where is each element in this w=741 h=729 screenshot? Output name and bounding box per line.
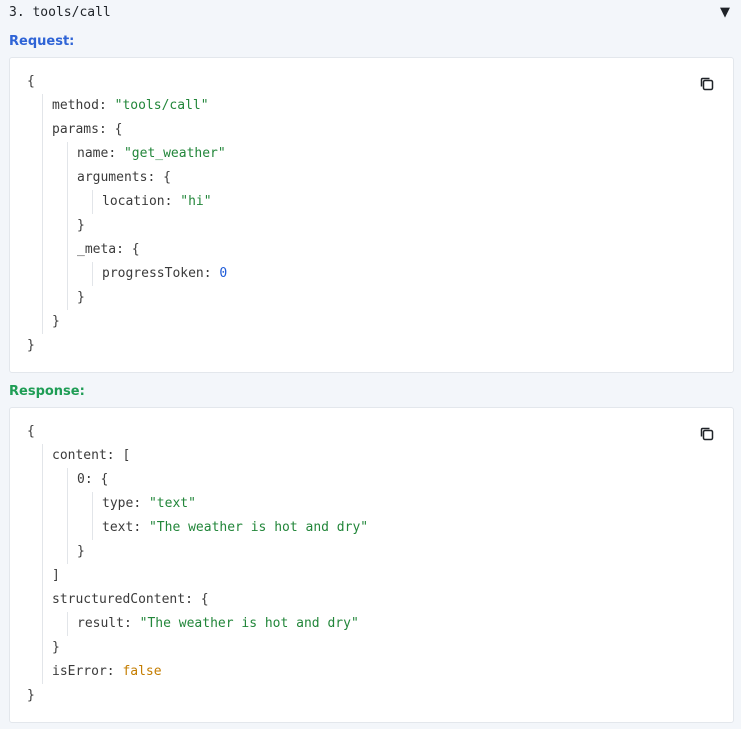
json-key: type	[102, 496, 134, 511]
response-json-line: {	[27, 424, 35, 440]
json-key: content	[52, 448, 107, 463]
json-value: }	[52, 314, 60, 329]
json-key: _meta	[77, 242, 117, 257]
request-json-line: params: {	[52, 122, 123, 137]
request-json-line: }	[52, 314, 60, 330]
json-value: "tools/call"	[114, 98, 209, 113]
json-value: }	[27, 688, 35, 703]
request-json-line: }	[27, 338, 35, 354]
response-json-line: }	[27, 688, 35, 704]
request-json-line: arguments: {	[77, 170, 171, 185]
json-value: }	[77, 218, 85, 233]
json-key: params	[52, 122, 99, 137]
message-header[interactable]: 3. tools/call ▼	[0, 0, 741, 28]
json-value: {	[27, 424, 35, 439]
indent-guide	[67, 612, 68, 636]
indent-guide	[92, 492, 93, 540]
request-json-line: progressToken: 0	[102, 266, 228, 281]
json-value: {	[163, 170, 171, 185]
json-key: result	[77, 616, 124, 631]
json-value: }	[52, 640, 60, 655]
json-value: {	[100, 472, 109, 487]
response-json-line: isError: false	[52, 664, 162, 679]
json-value: "text"	[148, 496, 196, 511]
response-json-line: }	[52, 640, 60, 656]
indent-guide	[42, 94, 43, 334]
request-json-line: method: "tools/call"	[52, 98, 209, 113]
copy-request-icon[interactable]	[699, 76, 715, 92]
message-title: 3. tools/call	[9, 5, 111, 20]
response-json-line: structuredContent: {	[52, 592, 209, 607]
json-value: "get_weather"	[123, 146, 226, 161]
request-json-line: }	[77, 218, 85, 234]
json-value: }	[77, 290, 85, 305]
copy-response-icon[interactable]	[699, 426, 715, 442]
response-json-line: }	[77, 544, 85, 560]
request-json-line: name: "get_weather"	[77, 146, 226, 161]
indent-guide	[92, 190, 93, 214]
json-key: name	[77, 146, 109, 161]
response-json-line: result: "The weather is hot and dry"	[77, 616, 359, 631]
json-value: }	[27, 338, 35, 353]
request-json-line: location: "hi"	[102, 194, 212, 209]
indent-guide	[67, 142, 68, 310]
json-key: arguments	[77, 170, 148, 185]
collapse-toggle-icon[interactable]: ▼	[720, 5, 730, 20]
request-panel: { method: "tools/call" params: { name: "get…	[9, 57, 734, 373]
response-label: Response:	[9, 384, 85, 399]
json-value: "The weather is hot and dry"	[139, 616, 359, 631]
json-value: ]	[52, 568, 60, 583]
json-key: progressToken	[102, 266, 204, 281]
response-json-line: ]	[52, 568, 60, 584]
json-value: false	[122, 664, 162, 679]
json-value: "The weather is hot and dry"	[148, 520, 369, 535]
json-value: {	[200, 592, 209, 607]
json-value: }	[77, 544, 85, 559]
json-value: [	[122, 448, 131, 463]
indent-guide	[67, 468, 68, 564]
json-value: {	[131, 242, 140, 257]
json-key: method	[52, 98, 99, 113]
indent-guide	[42, 444, 43, 684]
response-json-line: content: [	[52, 448, 131, 463]
request-label: Request:	[9, 34, 75, 49]
response-json-line: 0: {	[77, 472, 109, 487]
request-json-line: _meta: {	[77, 242, 140, 257]
json-value: {	[114, 122, 123, 137]
response-panel: { content: [ 0: { type: "text" text: "The we…	[9, 407, 734, 723]
json-key: structuredContent	[52, 592, 186, 607]
request-json-line: {	[27, 74, 35, 90]
json-key: location	[102, 194, 165, 209]
indent-guide	[92, 262, 93, 286]
request-json-line: }	[77, 290, 85, 306]
response-json-line: text: "The weather is hot and dry"	[102, 520, 369, 535]
json-key: 0	[77, 472, 85, 487]
json-value: {	[27, 74, 35, 89]
json-value: 0	[219, 266, 228, 281]
json-value: "hi"	[180, 194, 212, 209]
response-json-line: type: "text"	[102, 496, 196, 511]
json-key: isError	[52, 664, 107, 679]
json-key: text	[102, 520, 134, 535]
